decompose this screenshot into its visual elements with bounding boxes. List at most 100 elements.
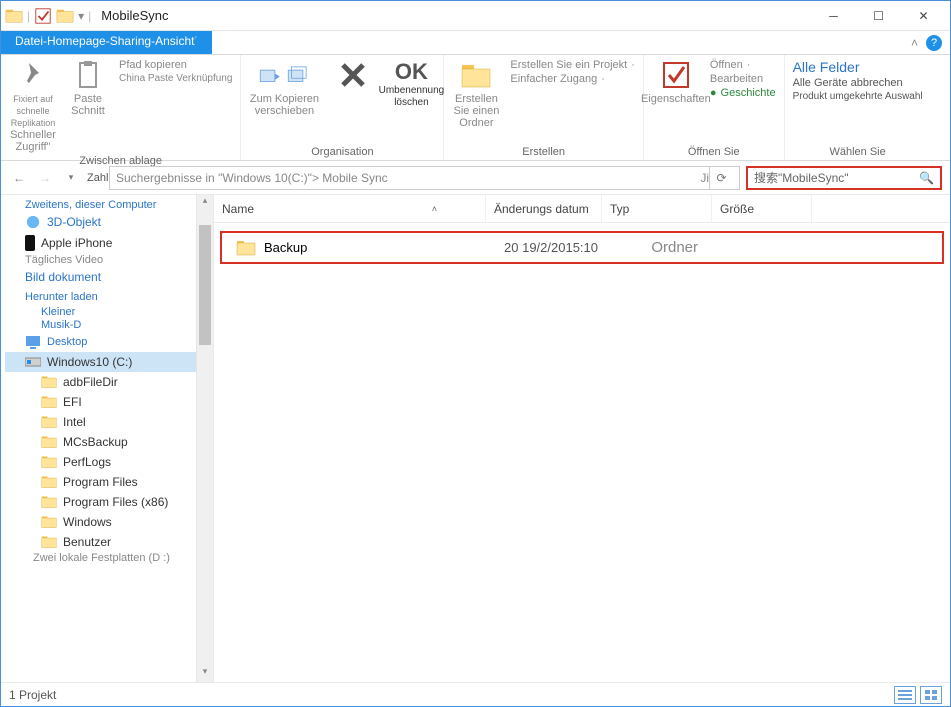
search-icon[interactable]: 🔍 [919, 171, 934, 185]
invert-selection-button[interactable]: Produkt umgekehrte Auswahl [793, 91, 923, 102]
column-size[interactable]: Größe [712, 195, 812, 222]
close-button[interactable]: ✕ [901, 2, 946, 30]
tree-program-files[interactable]: Program Files [5, 472, 213, 492]
select-none-button[interactable]: Alle Geräte abbrechen [793, 77, 923, 89]
ribbon-tabs: Datei-Homepage-Sharing-Ansicht˙ ˄ ? [1, 31, 950, 55]
tree-desktop[interactable]: Desktop [5, 332, 213, 352]
address-bar-row: ← → ▾ Zahl Suchergebnisse in "Windows 10… [1, 161, 950, 195]
tree-perflogs[interactable]: PerfLogs [5, 452, 213, 472]
globe-icon [25, 215, 41, 229]
properties-button[interactable]: Eigenschaften [652, 59, 700, 105]
pin-icon [17, 59, 49, 91]
tree-program-files-x86[interactable]: Program Files (x86) [5, 492, 213, 512]
qat-separator: | [27, 9, 30, 23]
status-bar: 1 Projekt [1, 682, 950, 706]
folder-icon [41, 535, 57, 549]
view-details-button[interactable] [894, 686, 916, 704]
back-button[interactable]: ← [9, 168, 29, 188]
tree-mcsbackup[interactable]: MCsBackup [5, 432, 213, 452]
qat-checkbox-icon[interactable] [34, 7, 52, 25]
minimize-button[interactable]: ─ [811, 2, 856, 30]
tree-3d-objects[interactable]: 3D-Objekt [5, 212, 213, 232]
tab-file[interactable]: Datei-Homepage-Sharing-Ansicht˙ [1, 31, 212, 54]
folder-icon [41, 415, 57, 429]
tree-iphone[interactable]: Apple iPhone [5, 232, 213, 254]
sort-indicator-icon: ˄ [432, 204, 437, 214]
new-folder-button[interactable]: Erstellen Sie einen Ordner [452, 59, 500, 129]
open-group-label: Öffnen Sie [688, 146, 740, 158]
file-list-pane: Name˄ Änderungs datum Typ Größe Backup 2… [214, 195, 950, 682]
cut-label[interactable]: Schnitt [71, 105, 105, 117]
tree-this-pc[interactable]: Zweitens, dieser Computer [5, 199, 213, 212]
folder-icon [41, 375, 57, 389]
tree-users[interactable]: Benutzer [5, 532, 213, 552]
title-bar: | ▾ | MobileSync ─ ☐ ✕ [1, 1, 950, 31]
phone-icon [25, 235, 35, 251]
tree-music-small[interactable]: Kleiner [5, 306, 213, 319]
tree-intel[interactable]: Intel [5, 412, 213, 432]
nav-scrollbar[interactable]: ▴ ▾ [196, 195, 213, 682]
file-type: Ordner [606, 239, 706, 256]
forward-button[interactable]: → [35, 168, 55, 188]
tree-downloads[interactable]: Herunter laden [5, 288, 213, 306]
tree-videos[interactable]: Tägliches Video [5, 254, 213, 267]
tree-music[interactable]: Musik-D [5, 319, 213, 332]
paste-button[interactable]: Paste [67, 59, 109, 105]
tree-drive-c[interactable]: Windows10 (C:) [5, 352, 213, 372]
file-name: Backup [264, 240, 307, 255]
folder-icon [41, 475, 57, 489]
open-button[interactable]: Öffnen · [710, 59, 776, 71]
qat-folder-icon[interactable] [56, 7, 74, 25]
move-icon [257, 59, 283, 91]
folder-icon [41, 515, 57, 529]
tree-pictures[interactable]: Bild dokument [5, 267, 213, 288]
ribbon-collapse-icon[interactable]: ˄ [911, 36, 918, 50]
tree-adb[interactable]: adbFileDir [5, 372, 213, 392]
search-placeholder: 搜索"MobileSync" [754, 169, 849, 186]
qat-separator2: | [88, 9, 91, 23]
details-view-icon [898, 689, 912, 701]
file-date: 20 19/2/2015:10 [486, 240, 606, 255]
nav-scrollbar-thumb[interactable] [199, 225, 211, 345]
select-group-label: Wählen Sie [829, 146, 885, 158]
pin-quick-access-button[interactable]: Fixiert auf schnelle Replikation Schnell… [9, 59, 57, 153]
column-date[interactable]: Änderungs datum [486, 195, 602, 222]
move-to-button[interactable]: Zum Kopieren verschieben [249, 59, 319, 117]
recent-locations-button[interactable]: ▾ [61, 168, 81, 188]
edit-button[interactable]: Bearbeiten [710, 73, 776, 85]
copy-to-icon [285, 59, 311, 91]
organize-group-label: Organisation [311, 146, 373, 158]
qat-dropdown-icon[interactable]: ▾ [78, 9, 84, 23]
tree-windows-folder[interactable]: Windows [5, 512, 213, 532]
column-type[interactable]: Typ [602, 195, 712, 222]
address-bar[interactable]: Suchergebnisse in "Windows 10(C:)"> Mobi… [109, 166, 740, 190]
folder-icon [5, 7, 23, 25]
tree-efi[interactable]: EFI [5, 392, 213, 412]
copy-path-button[interactable]: Pfad kopieren [119, 59, 232, 71]
paste-shortcut-button[interactable]: China Paste Verknüpfung [119, 73, 232, 84]
folder-icon [41, 395, 57, 409]
easy-access-button[interactable]: Einfacher Zugang · [510, 73, 634, 85]
column-name[interactable]: Name˄ [214, 195, 486, 222]
file-row-backup[interactable]: Backup 20 19/2/2015:10 Ordner [220, 231, 944, 264]
ribbon: Fixiert auf schnelle Replikation Schnell… [1, 55, 950, 161]
history-button[interactable]: ● Geschichte [710, 87, 776, 99]
view-large-icons-button[interactable] [920, 686, 942, 704]
new-item-button[interactable]: Erstellen Sie ein Projekt · [510, 59, 634, 71]
new-group-label: Erstellen [522, 146, 565, 158]
search-box[interactable]: 搜索"MobileSync" 🔍 [746, 166, 942, 190]
refresh-button[interactable]: ⟳ [709, 167, 733, 189]
new-folder-icon [460, 59, 492, 91]
checkbox-icon [660, 59, 692, 91]
tree-drive-d[interactable]: Zwei lokale Festplatten (D :) [5, 552, 213, 565]
help-icon[interactable]: ? [926, 35, 942, 51]
breadcrumb-text: Suchergebnisse in "Windows 10(C:)"> Mobi… [116, 171, 388, 185]
delete-button[interactable] [329, 59, 377, 93]
folder-icon [41, 435, 57, 449]
desktop-icon [25, 335, 41, 349]
navigation-pane[interactable]: Zweitens, dieser Computer 3D-Objekt Appl… [1, 195, 214, 682]
maximize-button[interactable]: ☐ [856, 2, 901, 30]
select-all-button[interactable]: Alle Felder [793, 59, 923, 75]
rename-button[interactable]: OK Umbenennung löschen [387, 59, 435, 109]
up-button[interactable]: Zahl [87, 172, 103, 184]
